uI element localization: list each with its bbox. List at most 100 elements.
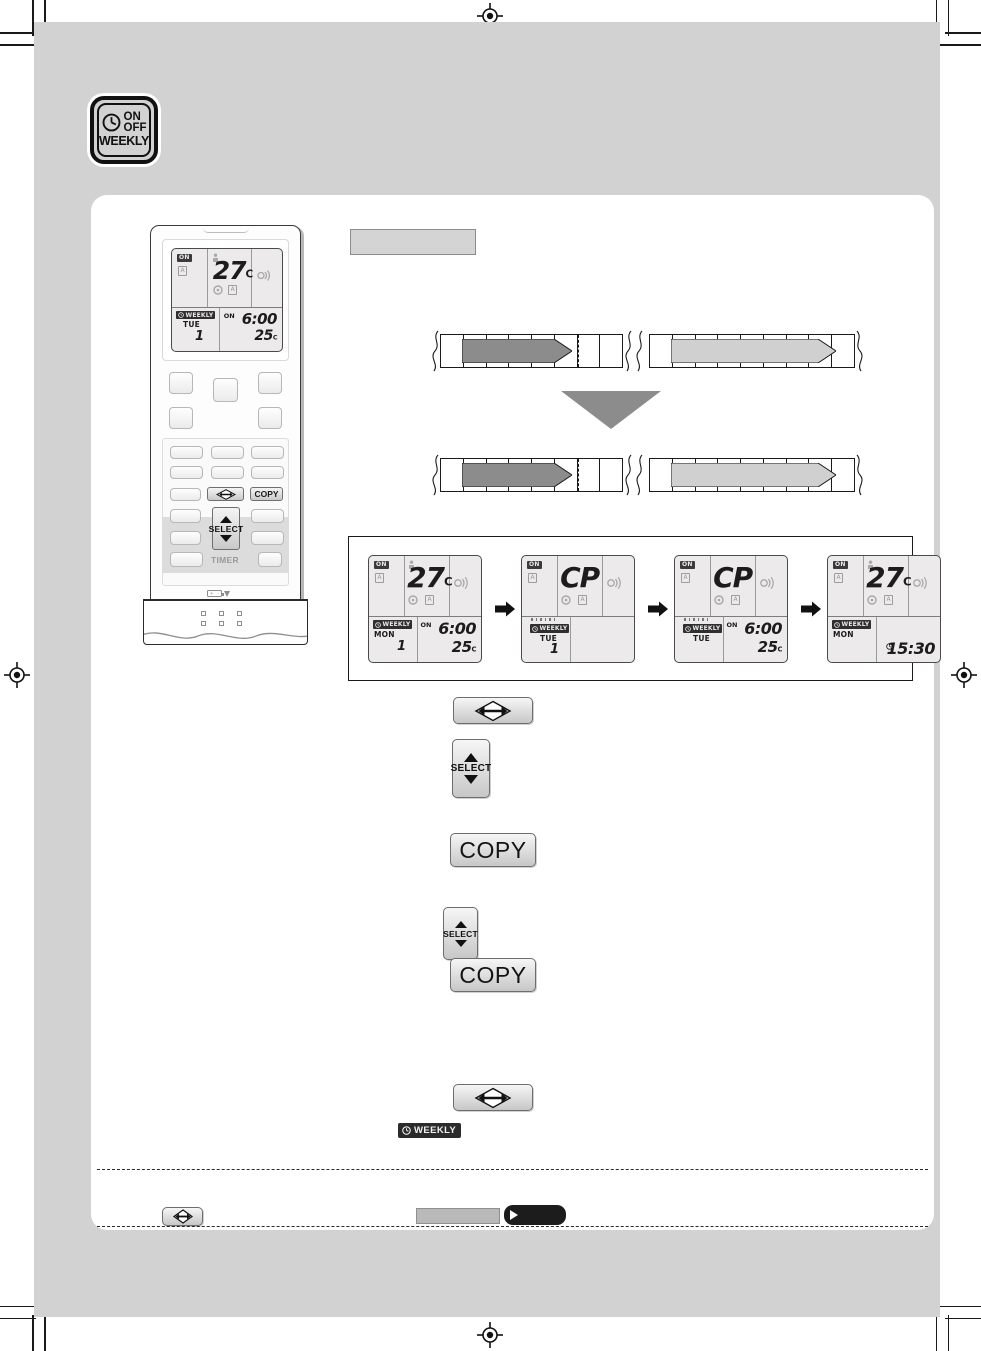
set-arrow-icon	[474, 1087, 512, 1108]
remote-control-illustration: ON A 27C A WEEKLY TUE 1 ON 6:00 25C COPY…	[143, 225, 318, 645]
swing-icon	[760, 576, 774, 590]
content-panel: ON A 27 C A WEEKLY TUE 1 ON 6:00 25C COPY…	[91, 195, 941, 1230]
swing-icon	[913, 576, 927, 590]
remote-button-blank[interactable]	[170, 531, 201, 545]
lcd-flash-dots	[531, 618, 555, 622]
remote-button-blank[interactable]	[251, 531, 284, 545]
remote-button-blank[interactable]	[251, 446, 284, 459]
set-arrow-icon	[215, 488, 236, 500]
footer-set-arrow-button[interactable]	[162, 1207, 203, 1226]
corner-icon-off: OFF	[123, 121, 147, 134]
lcd-main-value: 27	[407, 561, 445, 594]
lcd-sequence-box: ON A 27 C A WEEKLY MON 1 ON 6:00 25C ON A…	[348, 536, 941, 681]
lcd-main-value: CP	[560, 561, 600, 594]
lcd-mode-auto-box: A	[528, 573, 538, 583]
lcd-set-temp-value: 25	[254, 328, 273, 345]
remote-button-blank[interactable]	[170, 488, 201, 501]
select-down-arrow-icon[interactable]	[454, 939, 467, 947]
lcd-mode-auto-box: A	[178, 266, 188, 276]
lcd-fan-auto-box: A	[228, 285, 238, 295]
remote-copy-label: COPY	[254, 489, 279, 499]
lcd-set-temp-unit: C	[272, 334, 278, 342]
remote-copy-button[interactable]: COPY	[250, 487, 283, 501]
fan-icon	[714, 595, 724, 605]
select-button-2[interactable]: SELECT	[443, 907, 478, 960]
manual-page-sheet: ON OFF WEEKLY ON A 27C A WEEKLY TUE 1 ON…	[34, 22, 941, 1317]
lcd-weekly-text: WEEKLY	[539, 624, 568, 632]
select-button-1[interactable]: SELECT	[451, 739, 491, 798]
lcd-set-temp-unit: C	[471, 646, 477, 654]
set-arrow-button-2[interactable]	[453, 1084, 533, 1111]
lcd-program-number: 1	[195, 329, 205, 345]
lcd-mode-auto-box: A	[834, 573, 844, 583]
lcd-main-unit: C	[903, 574, 912, 589]
section-divider-top	[97, 1169, 928, 1170]
sequence-arrow-3	[801, 601, 821, 617]
remote-button-blank[interactable]	[170, 466, 203, 479]
registration-mark-right	[951, 662, 977, 688]
remote-button-blank[interactable]	[169, 407, 193, 429]
lcd-weekly-text: WEEKLY	[185, 311, 214, 319]
remote-button-blank[interactable]	[170, 446, 203, 459]
clock-icon	[178, 312, 184, 319]
remote-set-arrow-button[interactable]	[207, 487, 244, 501]
lcd-set-temp: 25C	[254, 328, 277, 344]
remote-body: ON A 27C A WEEKLY TUE 1 ON 6:00 25C COPY…	[150, 225, 301, 602]
lcd-set-temp-unit: C	[777, 646, 783, 654]
select-up-arrow-icon[interactable]	[454, 920, 467, 928]
registration-mark-left	[4, 662, 30, 688]
lcd-onoff-label: ON	[726, 621, 738, 630]
lcd-main-value: CP	[713, 561, 753, 594]
lcd-on-badge: ON	[177, 254, 192, 262]
lcd-fan-auto-box: A	[731, 595, 741, 605]
remote-button-blank[interactable]	[170, 552, 203, 567]
lcd-set-temp: 25C	[452, 638, 477, 656]
fan-icon	[212, 285, 223, 295]
swing-icon	[607, 576, 621, 590]
lcd-on-badge: ON	[374, 561, 389, 569]
remote-button-blank[interactable]	[258, 407, 282, 429]
section-divider-bottom	[97, 1226, 928, 1227]
corner-icon-weekly: WEEKLY	[99, 134, 149, 149]
remote-button-blank[interactable]	[251, 466, 284, 479]
lcd-weekly-text: WEEKLY	[841, 620, 870, 628]
select-up-arrow-icon[interactable]	[464, 753, 478, 762]
remote-button-blank[interactable]	[211, 446, 244, 459]
remote-button-blank[interactable]	[170, 509, 201, 523]
timeline-right-break	[856, 330, 863, 372]
remote-button-blank[interactable]	[258, 372, 282, 394]
copy-label-1: COPY	[459, 836, 527, 863]
lcd-weekly-badge: WEEKLY	[683, 624, 723, 633]
lcd-time: 6:00	[438, 619, 476, 639]
timeline-mid-break	[625, 454, 643, 496]
remote-select-button[interactable]: SELECT	[209, 507, 243, 550]
lcd-step-2: ON A CP A WEEKLY TUE 1	[521, 555, 635, 663]
remote-button-blank[interactable]	[213, 378, 238, 402]
clock-icon	[102, 113, 120, 132]
swing-icon	[454, 576, 468, 590]
select-up-arrow-icon[interactable]	[220, 515, 232, 523]
remote-lcd-display: ON A 27C A WEEKLY TUE 1 ON 6:00 25C	[171, 248, 283, 352]
lcd-flash-dots	[684, 618, 708, 622]
signal-triangle-icon	[224, 590, 230, 597]
lcd-program-number: 1	[397, 639, 407, 655]
footer-gray-label	[416, 1208, 500, 1224]
remote-button-blank[interactable]	[169, 372, 193, 394]
set-arrow-button-1[interactable]	[453, 697, 533, 724]
lcd-program-number: 1	[550, 642, 560, 658]
lcd-day: MON	[833, 630, 854, 640]
remote-button-blank[interactable]	[211, 466, 244, 479]
remote-button-blank[interactable]	[258, 552, 282, 567]
transition-down-arrow-icon	[561, 391, 661, 429]
timeline-before	[431, 330, 865, 372]
clock-icon	[402, 1126, 411, 1135]
lcd-fan-auto-box: A	[425, 595, 435, 605]
copy-button-1[interactable]: COPY	[450, 833, 536, 867]
copy-button-2[interactable]: COPY	[450, 958, 536, 992]
weekly-inline-label: WEEKLY	[414, 1125, 457, 1136]
select-down-arrow-icon[interactable]	[464, 775, 478, 784]
play-triangle-icon	[510, 1210, 518, 1220]
remote-button-blank[interactable]	[251, 509, 284, 523]
clock-icon	[375, 621, 381, 628]
select-down-arrow-icon[interactable]	[220, 534, 232, 542]
